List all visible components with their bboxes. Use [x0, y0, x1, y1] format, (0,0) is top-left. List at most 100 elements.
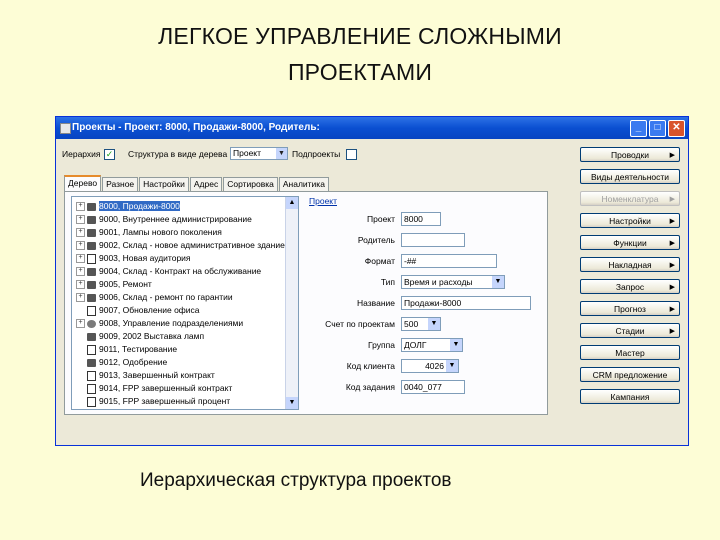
field-input[interactable]: 500 ▼: [401, 317, 441, 331]
app-icon: [60, 123, 71, 134]
hierarchy-checkbox[interactable]: ✓: [104, 149, 115, 160]
side-button[interactable]: Запрос ▶: [580, 279, 680, 294]
scroll-up-icon[interactable]: ▲: [286, 197, 298, 209]
projects-window: Проекты - Проект: 8000, Продажи-8000, Ро…: [55, 116, 689, 446]
expand-icon[interactable]: +: [76, 267, 85, 277]
field-label: Код клиента: [346, 361, 395, 371]
side-button-label: Функции: [613, 238, 647, 248]
expand-icon[interactable]: +: [76, 215, 85, 225]
field-input[interactable]: Время и расходы ▼: [401, 275, 505, 289]
tree-structure-select[interactable]: Проект ▼: [230, 147, 288, 160]
side-button[interactable]: CRM предложение: [580, 367, 680, 382]
tree-item[interactable]: 9014, FPP завершенный контракт: [76, 383, 233, 394]
side-button[interactable]: Мастер: [580, 345, 680, 360]
tree-item[interactable]: +9006, Склад - ремонт по гарантии: [76, 292, 233, 303]
field-value: Время и расходы: [404, 277, 473, 287]
scroll-down-icon[interactable]: ▼: [286, 397, 298, 409]
expand-icon[interactable]: +: [76, 241, 85, 251]
expand-icon[interactable]: +: [76, 202, 85, 212]
close-button[interactable]: ✕: [668, 120, 685, 137]
project-tree[interactable]: ▲ ▼ +8000, Продажи-8000 +9000, Внутреннее…: [71, 196, 299, 410]
side-button-label: Виды деятельности: [590, 172, 670, 182]
tree-item[interactable]: 9012, Одобрение: [76, 357, 167, 367]
chevron-down-icon[interactable]: ▼: [276, 148, 287, 159]
tab-2[interactable]: Разное: [102, 177, 139, 191]
field-input[interactable]: 8000: [401, 212, 441, 226]
side-button-label: Прогноз: [614, 304, 646, 314]
tree-item[interactable]: 9009, 2002 Выставка ламп: [76, 331, 204, 341]
subprojects-checkbox[interactable]: [346, 149, 357, 160]
tab-5[interactable]: Сортировка: [223, 177, 278, 191]
tree-item[interactable]: 9013, Завершенный контракт: [76, 370, 215, 381]
tree-item-label: 9011, Тестирование: [99, 344, 178, 354]
lookup-icon[interactable]: ▼: [446, 360, 458, 372]
field-label: Код задания: [345, 382, 395, 392]
lookup-icon[interactable]: ▼: [492, 276, 504, 288]
toolbar-row: Иерархия ✓ Структура в виде дерева Проек…: [62, 147, 568, 163]
expand-icon[interactable]: +: [76, 280, 85, 290]
field-label: Группа: [368, 340, 395, 350]
field-input[interactable]: Продажи-8000: [401, 296, 531, 310]
field-label: Тип: [380, 277, 395, 287]
expand-icon[interactable]: +: [76, 254, 85, 264]
expand-icon[interactable]: +: [76, 319, 85, 329]
maximize-button[interactable]: □: [649, 120, 666, 137]
tree-item-label: 9001, Лампы нового поколения: [99, 227, 222, 237]
tree-item-label: 9008, Управление подразделениями: [99, 318, 244, 328]
tree-item-label: 9003, Новая аудитория: [99, 253, 191, 263]
field-input[interactable]: [401, 233, 465, 247]
project-icon: [87, 228, 96, 237]
field-value: 8000: [404, 214, 423, 224]
expand-icon[interactable]: +: [76, 228, 85, 238]
tab-1[interactable]: Дерево: [64, 175, 102, 191]
side-button[interactable]: Накладная ▶: [580, 257, 680, 272]
project-icon: [87, 358, 96, 367]
side-button-label: Кампания: [610, 392, 650, 402]
tree-item[interactable]: 9015, FPP завершенный процент: [76, 396, 230, 407]
field-input[interactable]: 4026 ▼: [401, 359, 459, 373]
tree-item[interactable]: +9001, Лампы нового поколения: [76, 227, 222, 238]
side-button[interactable]: Прогноз ▶: [580, 301, 680, 316]
tree-item-label: 9012, Одобрение: [99, 357, 168, 367]
tree-item[interactable]: 9011, Тестирование: [76, 344, 178, 355]
subprojects-label: Подпроекты: [292, 149, 341, 159]
side-button[interactable]: Виды деятельности: [580, 169, 680, 184]
side-button[interactable]: Настройки ▶: [580, 213, 680, 228]
tab-4[interactable]: Адрес: [189, 177, 223, 191]
tree-item-label: 9000, Внутреннее администрирование: [99, 214, 252, 224]
tab-strip: Дерево Разное Настройки Адрес Сортировка Анал…: [64, 175, 330, 191]
hierarchy-label: Иерархия: [62, 149, 101, 159]
tree-item[interactable]: +9002, Склад - новое административное зд…: [76, 240, 285, 251]
tree-item[interactable]: +9004, Склад - Контракт на обслуживание: [76, 266, 261, 277]
lookup-icon[interactable]: ▼: [450, 339, 462, 351]
side-button[interactable]: Проводки ▶: [580, 147, 680, 162]
field-value: ДОЛГ: [404, 340, 427, 350]
field-value: Продажи-8000: [404, 298, 462, 308]
tree-item[interactable]: +9005, Ремонт: [76, 279, 152, 290]
side-button[interactable]: Стадии ▶: [580, 323, 680, 338]
tree-item-label: 9014, FPP завершенный контракт: [99, 383, 233, 393]
tree-item[interactable]: +9008, Управление подразделениями: [76, 318, 244, 329]
side-button-label: Номенклатура: [601, 194, 659, 204]
tab-3[interactable]: Настройки: [139, 177, 189, 191]
tree-scrollbar[interactable]: ▲ ▼: [285, 197, 298, 409]
tree-item[interactable]: 9007, Обновление офиса: [76, 305, 200, 316]
field-input[interactable]: ДОЛГ ▼: [401, 338, 463, 352]
expand-icon[interactable]: +: [76, 293, 85, 303]
field-input[interactable]: -##: [401, 254, 497, 268]
tab-6[interactable]: Аналитика: [278, 177, 329, 191]
tree-item[interactable]: +9000, Внутреннее администрирование: [76, 214, 252, 225]
side-button[interactable]: Функции ▶: [580, 235, 680, 250]
side-button[interactable]: Кампания: [580, 389, 680, 404]
document-icon: [87, 305, 96, 316]
window-titlebar[interactable]: Проекты - Проект: 8000, Продажи-8000, Ро…: [56, 117, 688, 139]
minimize-button[interactable]: _: [630, 120, 647, 137]
lookup-icon[interactable]: ▼: [428, 318, 440, 330]
tree-item-label: 9007, Обновление офиса: [99, 305, 200, 315]
side-button[interactable]: Номенклатура ▶: [580, 191, 680, 206]
tree-item[interactable]: +8000, Продажи-8000: [76, 201, 180, 212]
project-icon: [87, 332, 96, 341]
project-section-link[interactable]: Проект: [309, 196, 337, 206]
project-icon: [87, 202, 96, 211]
tree-item[interactable]: +9003, Новая аудитория: [76, 253, 191, 264]
